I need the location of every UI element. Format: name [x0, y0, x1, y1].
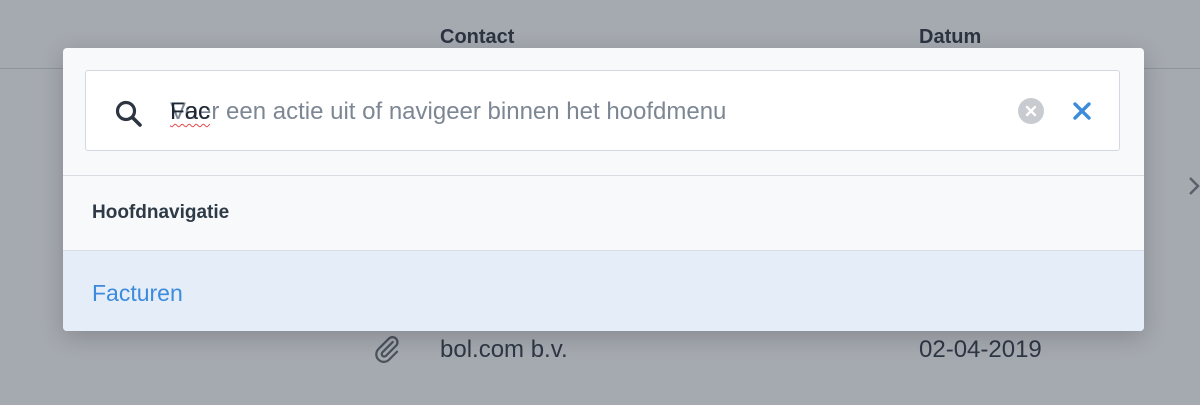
search-input[interactable]: Fac — [170, 98, 210, 126]
clear-circle-icon[interactable] — [1018, 98, 1044, 124]
close-x-icon[interactable] — [1072, 101, 1092, 121]
command-palette-modal: Voer een actie uit of navigeer binnen he… — [63, 48, 1144, 331]
search-placeholder: Voer een actie uit of navigeer binnen he… — [170, 98, 727, 125]
column-header-datum: Datum — [919, 26, 982, 48]
search-icon — [115, 100, 142, 127]
column-header-contact: Contact — [440, 26, 515, 48]
section-title: Hoofdnavigatie — [92, 202, 230, 223]
result-item-facturen[interactable]: Facturen — [63, 251, 1144, 331]
result-label: Facturen — [92, 280, 183, 306]
row-datum: 02-04-2019 — [919, 336, 1042, 363]
paperclip-icon — [375, 336, 399, 363]
divider — [63, 175, 1144, 176]
row-contact: bol.com b.v. — [440, 336, 568, 363]
chevron-right-icon — [1189, 177, 1200, 195]
search-box[interactable]: Voer een actie uit of navigeer binnen he… — [85, 70, 1120, 151]
